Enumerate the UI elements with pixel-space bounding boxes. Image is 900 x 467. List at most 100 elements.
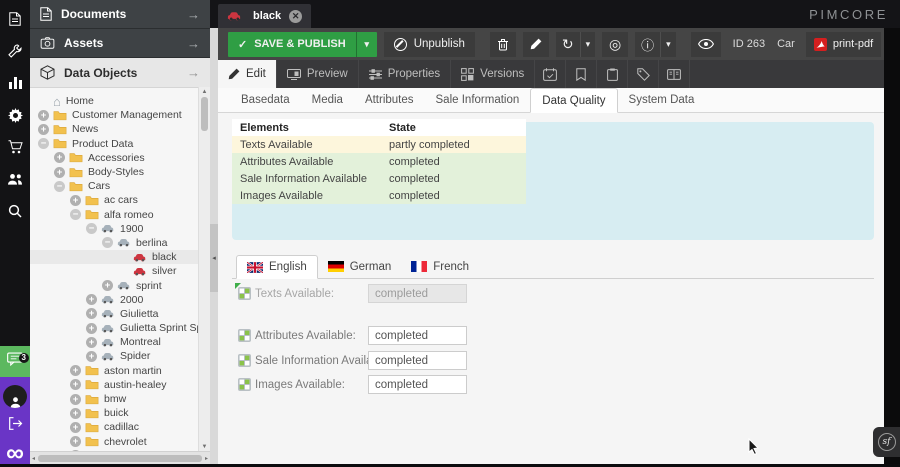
subtab-system-data[interactable]: System Data [618,88,706,112]
expander-plus-icon[interactable]: + [86,351,97,362]
save-publish-button[interactable]: ✓ SAVE & PUBLISH ▾ [228,32,377,57]
tree-item-berlina[interactable]: −berlina [30,236,199,250]
tab-edit[interactable]: Edit [218,60,277,88]
tree-item-customer-management[interactable]: +Customer Management [30,108,199,122]
subtab-attributes[interactable]: Attributes [354,88,425,112]
logout-icon[interactable] [8,417,23,435]
tools-rail-icon[interactable] [0,35,30,67]
tree-item-giulietta[interactable]: +Giulietta [30,307,199,321]
subtab-basedata[interactable]: Basedata [230,88,301,112]
tree-item-ac-cars[interactable]: +ac cars [30,193,199,207]
search-rail-icon[interactable] [0,195,30,227]
expander-minus-icon[interactable]: − [70,209,81,220]
users-rail-icon[interactable] [0,163,30,195]
tree-item-austin-healey[interactable]: +austin-healey [30,378,199,392]
info-icon[interactable]: ⓘ [635,32,660,57]
scroll-up-icon[interactable]: ▲ [202,87,208,97]
panel-splitter[interactable]: ◂ [210,28,218,464]
expander-plus-icon[interactable]: + [86,308,97,319]
subtab-media[interactable]: Media [301,88,354,112]
field-input[interactable] [368,284,467,303]
sf-extension-badge[interactable]: sf [873,427,900,457]
expander-plus-icon[interactable]: + [38,124,49,135]
tree-item-montreal[interactable]: +Montreal [30,335,199,349]
reload-caret-icon[interactable]: ▾ [580,32,596,57]
tree-item-cadillac[interactable]: +cadillac [30,420,199,434]
tree-item-product-data[interactable]: −Product Data [30,137,199,151]
expander-plus-icon[interactable]: + [70,408,81,419]
settings-rail-icon[interactable] [0,99,30,131]
tree-item-home[interactable]: ⌂Home [30,94,199,108]
scrollbar-thumb[interactable] [201,97,208,131]
expander-plus-icon[interactable]: + [86,337,97,348]
ecommerce-rail-icon[interactable] [0,131,30,163]
documents-rail-icon[interactable] [0,3,30,35]
tree-item-black[interactable]: black [30,250,199,264]
reload-button[interactable]: ↻ ▾ [556,32,595,57]
tree-item-bmw[interactable]: +bmw [30,392,199,406]
expander-plus-icon[interactable]: + [70,379,81,390]
locate-in-tree-button[interactable]: ◎ [602,32,628,57]
expander-plus-icon[interactable]: + [70,436,81,447]
expander-plus-icon[interactable]: + [38,110,49,121]
tree-horizontal-scrollbar[interactable]: ◂ ▸ [30,451,210,464]
tree-item-spider[interactable]: +Spider [30,349,199,363]
user-avatar[interactable] [3,385,27,408]
tree-item-gulietta-sprint-speciale[interactable]: +Gulietta Sprint Speciale [30,321,199,335]
tree-vertical-scrollbar[interactable]: ▲ ▼ [198,87,210,452]
field-input[interactable] [368,351,467,370]
field-input[interactable] [368,326,467,345]
tree-item-2000[interactable]: +2000 [30,293,199,307]
expander-plus-icon[interactable]: + [102,280,113,291]
tab-clipboard-icon[interactable] [597,60,628,88]
tab-book-icon[interactable] [659,60,690,88]
sidebar-section-assets[interactable]: Assets → [30,29,210,58]
tree-item-chevrolet[interactable]: +chevrolet [30,435,199,449]
expander-plus-icon[interactable]: + [70,422,81,433]
reports-rail-icon[interactable] [0,67,30,99]
tree-item-cars[interactable]: −Cars [30,179,199,193]
scroll-left-icon[interactable]: ◂ [32,455,35,462]
sidebar-section-documents[interactable]: Documents → [30,0,210,29]
tab-calendar-icon[interactable] [535,60,566,88]
tree-item-buick[interactable]: +buick [30,406,199,420]
unpublish-button[interactable]: Unpublish [384,32,475,57]
tree-item-sprint[interactable]: +sprint [30,278,199,292]
open-object-tab[interactable]: black ✕ [218,4,311,28]
expander-minus-icon[interactable]: − [86,223,97,234]
language-tab-german[interactable]: German [318,255,402,278]
expander-minus-icon[interactable]: − [102,237,113,248]
expander-plus-icon[interactable]: + [70,365,81,376]
tree-item-alfa-romeo[interactable]: −alfa romeo [30,208,199,222]
tree-item-silver[interactable]: silver [30,264,199,278]
tree-item-1900[interactable]: −1900 [30,222,199,236]
expander-plus-icon[interactable]: + [86,323,97,334]
expander-plus-icon[interactable]: + [54,152,65,163]
tab-bookmark-icon[interactable] [566,60,597,88]
tree-item-aston-martin[interactable]: +aston martin [30,364,199,378]
info-button[interactable]: ⓘ ▾ [635,32,676,57]
expander-plus-icon[interactable]: + [70,394,81,405]
tab-properties[interactable]: Properties [359,60,451,88]
tree-item-body-styles[interactable]: +Body-Styles [30,165,199,179]
scrollbar-thumb[interactable] [38,455,202,462]
tree-item-news[interactable]: +News [30,122,199,136]
scroll-right-icon[interactable]: ▸ [205,455,208,462]
tab-tag-icon[interactable] [628,60,659,88]
tree-item-accessories[interactable]: +Accessories [30,151,199,165]
subtab-data-quality[interactable]: Data Quality [530,88,617,113]
subtab-sale-information[interactable]: Sale Information [425,88,531,112]
refresh-icon[interactable]: ↻ [556,32,580,57]
language-tab-french[interactable]: French [401,255,479,278]
close-tab-icon[interactable]: ✕ [289,10,302,23]
sidebar-section-data-objects[interactable]: Data Objects → [30,58,210,88]
expander-minus-icon[interactable]: − [54,181,65,192]
expander-minus-icon[interactable]: − [38,138,49,149]
expander-plus-icon[interactable]: + [86,294,97,305]
field-input[interactable] [368,375,467,394]
rename-button[interactable] [523,32,549,57]
collapse-panel-handle[interactable]: ◂ [210,224,218,292]
notifications-button[interactable]: 3 [0,346,30,377]
tab-versions[interactable]: Versions [451,60,535,88]
expander-plus-icon[interactable]: + [70,195,81,206]
